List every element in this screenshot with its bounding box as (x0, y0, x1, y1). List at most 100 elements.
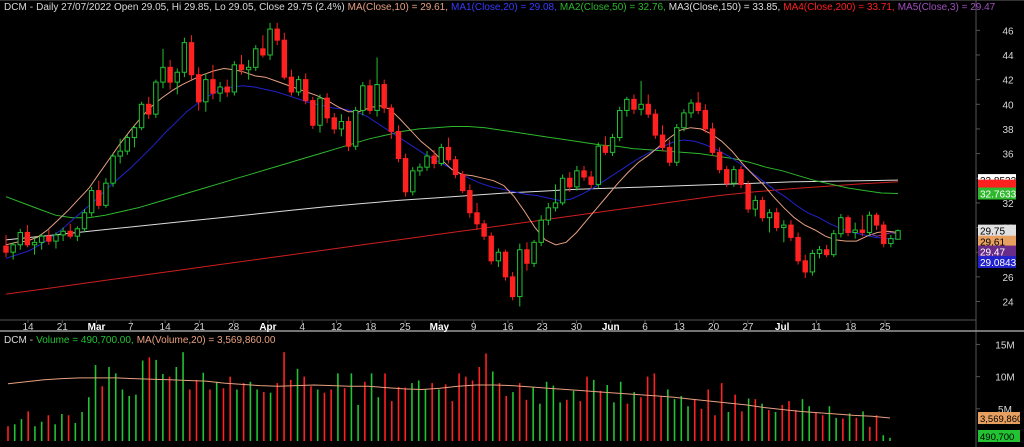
candle (324, 93, 330, 123)
candle (866, 211, 873, 237)
x-tick-label: 21 (194, 322, 206, 333)
candle-body (231, 64, 238, 93)
candle (331, 112, 337, 134)
candle (224, 79, 230, 97)
candle (96, 180, 102, 210)
candle-body (881, 224, 887, 245)
candle (509, 271, 516, 301)
candle (17, 228, 23, 250)
candle-body (395, 130, 402, 160)
price-tick-label: 46 (1002, 26, 1014, 37)
candle (138, 101, 145, 131)
candle-body (895, 230, 901, 240)
candle (681, 109, 687, 132)
x-tick-label: Apr (259, 322, 276, 333)
candle-body (873, 214, 880, 226)
volume-header-value: Volume = 490,700.00, (36, 335, 134, 346)
candle-body (602, 145, 609, 153)
price-tick-label: 24 (1002, 298, 1014, 309)
candle (859, 215, 866, 237)
candle-body (24, 231, 31, 246)
candle-body (352, 109, 359, 147)
candle-body (716, 151, 723, 171)
x-tick-label: 30 (571, 322, 583, 333)
candle (410, 167, 416, 196)
price-tick-label: 38 (1002, 125, 1014, 136)
candle-body (431, 155, 437, 164)
candle (188, 35, 195, 80)
candle-body (545, 207, 552, 221)
candle (502, 249, 509, 281)
candle-body (288, 76, 295, 93)
candle-body (702, 109, 709, 130)
volume-label-text: 3,569,860 (980, 414, 1022, 425)
candle-body (274, 28, 280, 41)
candle (873, 212, 880, 231)
candle-body (103, 182, 109, 206)
candle (588, 170, 594, 189)
candle (131, 125, 138, 148)
candle (160, 48, 166, 89)
candle (759, 196, 766, 222)
candle-body (381, 84, 387, 109)
x-tick-label: 6 (642, 322, 648, 333)
candle (709, 122, 716, 157)
candle (402, 153, 409, 197)
x-tick-label: Mar (88, 322, 106, 333)
candle-body (153, 81, 159, 115)
candle (695, 91, 701, 115)
candle (659, 125, 666, 152)
candle (117, 138, 123, 164)
candle-body (674, 127, 680, 163)
stock-chart[interactable]: 2426283032343638404244461421Mar7142128Ap… (0, 0, 1024, 447)
candle-body (67, 230, 73, 237)
candle (174, 68, 180, 95)
candle (381, 79, 387, 113)
candle-body (631, 98, 637, 110)
candle-body (859, 229, 866, 233)
candle (638, 80, 644, 116)
candle (881, 221, 887, 248)
x-tick-label: 13 (674, 322, 686, 333)
candle (688, 99, 694, 118)
candle-body (174, 71, 180, 83)
candle-body (167, 66, 173, 83)
volume-tick-label: 15M (995, 340, 1014, 351)
candle (110, 153, 116, 187)
candle-body (567, 177, 573, 188)
volume-panel-header: DCM - Volume = 490,700.00, MA(Volume,20) = … (4, 335, 276, 346)
candle (438, 143, 445, 166)
candle-body (188, 42, 195, 76)
candle-body (659, 134, 666, 148)
candle (838, 213, 844, 238)
price-label-text: 29.0843 (980, 258, 1017, 269)
candle-body (459, 174, 466, 192)
candle-body (645, 103, 651, 115)
candle (295, 75, 302, 96)
candle (524, 242, 530, 271)
x-tick-label: 21 (57, 322, 69, 333)
candle-body (217, 86, 223, 94)
candle (752, 195, 758, 217)
candle-body (866, 214, 873, 233)
price-tick-label: 44 (1002, 51, 1014, 62)
candle (167, 59, 173, 90)
candle-body (852, 229, 858, 233)
candle (831, 230, 837, 258)
x-tick-label: 12 (331, 322, 343, 333)
candle-body (509, 276, 516, 298)
x-tick-label: 25 (879, 322, 891, 333)
candle-body (17, 231, 23, 246)
x-tick-label: 27 (742, 322, 754, 333)
candle-body (709, 128, 716, 153)
candle (895, 229, 901, 240)
candle (81, 209, 88, 233)
candle-body (688, 102, 694, 114)
candle-body (324, 97, 330, 119)
candle (738, 165, 744, 189)
candle-body (417, 166, 423, 172)
candle-body (788, 224, 794, 238)
header-ma200: MA4(Close,200) = 33.71, (783, 2, 895, 13)
volume-tick-label: 10M (995, 373, 1014, 384)
candle-body (495, 251, 502, 262)
